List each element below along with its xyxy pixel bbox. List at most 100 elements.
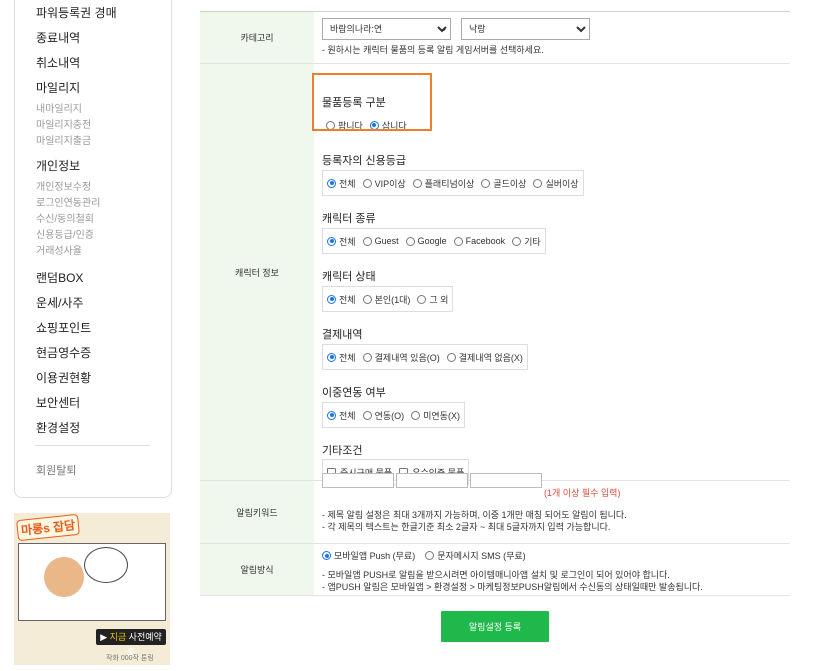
radio-type-facebook-dot <box>453 236 463 246</box>
radio-state-self[interactable]: 본인(1대) <box>362 293 410 306</box>
sidebar-subitem-mileage-withdraw[interactable]: 마일리지출금 <box>36 132 91 147</box>
method-note-2: - 앱PUSH 알림은 모바일앱 > 환경설정 > 마케팅정보PUSH알림에서 … <box>322 582 703 592</box>
radio-credit-gold[interactable]: 골드이상 <box>481 177 526 190</box>
radio-state-other-dot <box>417 294 427 304</box>
keyword-label: 알림키워드 <box>200 481 314 543</box>
radio-credit-all[interactable]: 전체 <box>327 177 356 190</box>
chevron-down-icon: ⌄ <box>440 23 448 33</box>
sidebar-item-personal-info[interactable]: 개인정보 <box>36 157 80 174</box>
radio-type-all-dot <box>327 236 336 246</box>
radio-link-yes[interactable]: 연동(O) <box>362 409 404 422</box>
radio-type-google-label: Google <box>417 236 447 246</box>
radio-method-sms-dot <box>425 551 435 560</box>
radio-type-facebook[interactable]: Facebook <box>453 236 506 246</box>
dual-link-options: 전체 연동(O) 미연동(X) <box>322 402 465 428</box>
banner-title: 마롱s 잡담 <box>16 513 81 542</box>
character-info-row: 캐릭터 정보 물품등록 구분 팝니다 삽니다 등록자의 신용등급 전체 VIP이… <box>200 64 790 485</box>
radio-pay-no-dot <box>446 352 456 362</box>
radio-type-etc-label: 기타 <box>524 236 541 247</box>
game-select[interactable]: 바람의나라:연 <box>322 18 451 40</box>
keyword-row: 알림키워드 - 제목 알림 설정은 최대 3개까지 가능하며, 이중 1개만 매… <box>200 481 790 544</box>
radio-state-all-dot <box>327 294 336 304</box>
sidebar-item-random-box[interactable]: 랜덤BOX <box>36 269 83 286</box>
server-select[interactable]: 낙랑 <box>461 18 590 40</box>
radio-type-etc[interactable]: 기타 <box>512 235 541 248</box>
char-type-options: 전체 Guest Google Facebook 기타 <box>322 228 546 254</box>
group-title-credit: 등록자의 신용등급 <box>322 155 407 167</box>
sidebar-item-fortune[interactable]: 운세/사주 <box>36 294 84 311</box>
keyword-required-note: (1개 이상 필수 입력) <box>544 488 621 498</box>
radio-method-sms-label: 문자메시지 SMS (무료) <box>437 551 526 561</box>
sidebar-subitem-my-mileage[interactable]: 내마일리지 <box>36 100 82 115</box>
radio-state-other[interactable]: 그 외 <box>417 293 448 306</box>
sidebar-item-power-auction[interactable]: 파워등록권 경매 <box>36 4 117 21</box>
radio-pay-yes-label: 결제내역 있음(O) <box>374 352 440 363</box>
category-note: - 원하시는 캐릭터 물품의 등록 알림 게임서버를 선택하세요. <box>322 45 544 55</box>
radio-type-etc-dot <box>512 236 522 246</box>
radio-type-google-dot <box>405 236 415 246</box>
keyword-input-1[interactable] <box>322 473 394 488</box>
radio-credit-gold-dot <box>481 178 491 188</box>
radio-credit-platinum[interactable]: 플래티넘이상 <box>412 177 475 190</box>
radio-pay-all[interactable]: 전체 <box>327 351 356 364</box>
sidebar-subitem-edit-info[interactable]: 개인정보수정 <box>36 178 91 193</box>
radio-credit-platinum-dot <box>412 178 422 188</box>
radio-credit-platinum-label: 플래티넘이상 <box>424 178 475 189</box>
radio-credit-vip-dot <box>362 178 372 188</box>
sidebar-item-security[interactable]: 보안센터 <box>36 394 80 411</box>
radio-state-self-dot <box>362 294 372 304</box>
group-title-dual-link: 이중연동 여부 <box>322 387 386 399</box>
keyword-input-3[interactable] <box>470 473 542 488</box>
banner-credit: 작화 000작 툰링 <box>106 655 154 662</box>
sidebar-item-pass-status[interactable]: 이용권현황 <box>36 369 91 386</box>
radio-type-guest-label: Guest <box>374 236 399 246</box>
radio-method-sms[interactable]: 문자메시지 SMS (무료) <box>425 549 526 562</box>
sidebar-item-settings[interactable]: 환경설정 <box>36 419 80 436</box>
character-info-label: 캐릭터 정보 <box>200 64 314 480</box>
radio-method-push[interactable]: 모바일앱 Push (무료) <box>322 549 415 562</box>
radio-type-all[interactable]: 전체 <box>327 235 356 248</box>
radio-credit-vip[interactable]: VIP이상 <box>362 177 406 190</box>
radio-pay-all-label: 전체 <box>339 352 356 363</box>
method-label: 알림방식 <box>200 544 314 595</box>
radio-link-yes-dot <box>362 410 372 420</box>
sidebar-item-cancelled[interactable]: 취소내역 <box>36 54 80 71</box>
radio-link-all[interactable]: 전체 <box>327 409 356 422</box>
submit-alert-button[interactable]: 알림설정 등록 <box>441 611 549 642</box>
sidebar-item-cash-receipt[interactable]: 현금영수증 <box>36 344 91 361</box>
banner-speech-bubble <box>84 547 128 583</box>
sidebar-divider <box>35 445 150 446</box>
radio-link-no[interactable]: 미연동(X) <box>411 409 460 422</box>
group-title-char-type: 캐릭터 종류 <box>322 213 376 225</box>
group-title-payment: 결제내역 <box>322 329 363 341</box>
sidebar-item-withdraw[interactable]: 회원탈퇴 <box>36 462 76 478</box>
keyword-input-2[interactable] <box>396 473 468 488</box>
radio-state-other-label: 그 외 <box>429 294 449 305</box>
sidebar-item-completed[interactable]: 종료내역 <box>36 29 80 46</box>
sidebar-subitem-login-link[interactable]: 로그인연동관리 <box>36 194 100 209</box>
radio-type-guest[interactable]: Guest <box>362 236 399 246</box>
radio-pay-no-label: 결제내역 없음(X) <box>458 352 523 363</box>
radio-pay-no[interactable]: 결제내역 없음(X) <box>446 351 523 364</box>
radio-state-all[interactable]: 전체 <box>327 293 356 306</box>
radio-pay-yes-dot <box>362 352 372 362</box>
method-row: 알림방식 모바일앱 Push (무료) 문자메시지 SMS (무료) - 모바일… <box>200 544 790 596</box>
banner-character <box>44 557 84 597</box>
sidebar-item-mileage[interactable]: 마일리지 <box>36 79 80 96</box>
banner-cta[interactable]: ▶ 지금 사전예약 중 <box>96 629 166 658</box>
sidebar-subitem-consent[interactable]: 수신/동의철회 <box>36 210 94 225</box>
sidebar-subitem-credit[interactable]: 신용등급/인증 <box>36 226 94 241</box>
sidebar-nav: 파워등록권 경매 종료내역 취소내역 마일리지 내마일리지 마일리지충전 마일리… <box>14 0 172 498</box>
radio-method-push-dot <box>322 551 331 560</box>
radio-pay-all-dot <box>327 352 336 362</box>
radio-link-no-dot <box>411 410 421 420</box>
radio-type-google[interactable]: Google <box>405 236 447 246</box>
credit-options: 전체 VIP이상 플래티넘이상 골드이상 실버이상 <box>322 170 584 196</box>
radio-credit-silver[interactable]: 실버이상 <box>533 177 579 190</box>
sidebar-item-shopping-point[interactable]: 쇼핑포인트 <box>36 319 91 336</box>
promo-banner[interactable]: 마롱s 잡담 ▶ 지금 사전예약 중 작화 000작 툰링 <box>14 513 170 665</box>
radio-type-facebook-label: Facebook <box>465 236 506 246</box>
sidebar-subitem-trade-rate[interactable]: 거래성사율 <box>36 242 82 257</box>
radio-pay-yes[interactable]: 결제내역 있음(O) <box>362 351 440 364</box>
sidebar-subitem-mileage-charge[interactable]: 마일리지충전 <box>36 116 91 131</box>
